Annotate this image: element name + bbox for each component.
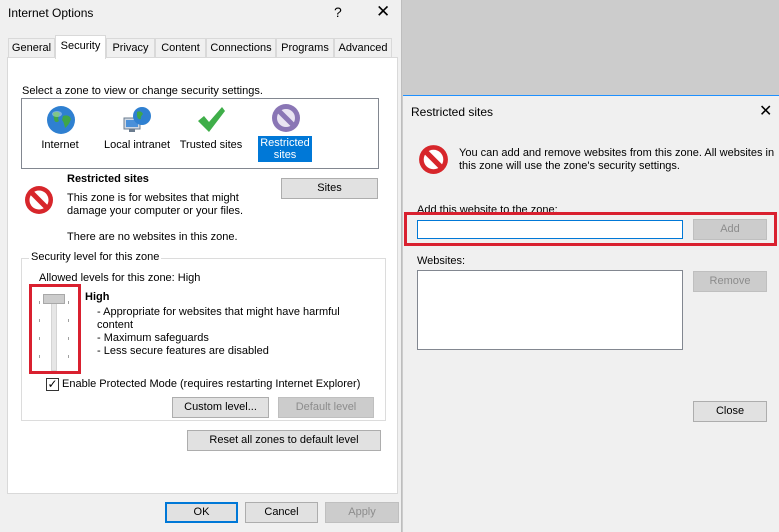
zone-trusted-sites-label: Trusted sites	[179, 139, 243, 151]
default-level-button: Default level	[278, 397, 374, 418]
tab-security[interactable]: Security	[55, 35, 106, 59]
security-level-slider-highlight	[29, 284, 81, 374]
dialog-title: Restricted sites	[411, 105, 494, 119]
ok-button[interactable]: OK	[165, 502, 238, 523]
security-level-group-title: Security level for this zone	[29, 251, 162, 263]
apply-button: Apply	[325, 502, 399, 523]
websites-list[interactable]	[417, 270, 683, 350]
cancel-button[interactable]: Cancel	[245, 502, 318, 523]
reset-all-zones-button[interactable]: Reset all zones to default level	[187, 430, 381, 451]
slider-tick	[68, 337, 69, 340]
close-button[interactable]: ✕	[376, 2, 390, 22]
zone-local-intranet[interactable]: Local intranet	[98, 99, 176, 159]
zone-trusted-sites[interactable]: Trusted sites	[178, 99, 244, 159]
dialog-info-line2: this zone will use the zone's security s…	[459, 160, 680, 172]
zone-local-intranet-label: Local intranet	[103, 139, 171, 151]
dialog-info-line1: You can add and remove websites from thi…	[459, 147, 775, 159]
protected-mode-label: Enable Protected Mode (requires restarti…	[62, 378, 361, 390]
close-dialog-button[interactable]: Close	[693, 401, 767, 422]
zone-description-line2: damage your computer or your files.	[67, 205, 244, 217]
security-level-slider-track[interactable]	[51, 295, 57, 371]
slider-tick	[68, 301, 69, 304]
add-website-input[interactable]	[417, 220, 683, 239]
restricted-stop-icon	[419, 145, 448, 174]
level-bullet-1-cont: content	[97, 319, 134, 331]
slider-tick	[68, 319, 69, 322]
zone-list: Internet Local intranet Trusted sites Re…	[21, 98, 379, 169]
security-level-name: High	[85, 291, 110, 303]
zone-internet-label: Internet	[41, 139, 79, 151]
window-title: Internet Options	[8, 6, 94, 20]
zone-prompt: Select a zone to view or change security…	[22, 85, 263, 97]
tab-privacy[interactable]: Privacy	[106, 38, 155, 58]
websites-label: Websites:	[417, 255, 466, 267]
slider-tick	[39, 319, 40, 322]
custom-level-button[interactable]: Custom level...	[172, 397, 269, 418]
slider-tick	[39, 355, 40, 358]
tab-general[interactable]: General	[8, 38, 55, 58]
globe-icon	[47, 106, 75, 134]
zone-restricted-label-line1: Restricted	[260, 137, 310, 149]
zone-internet[interactable]: Internet	[36, 99, 84, 159]
tab-programs[interactable]: Programs	[276, 38, 334, 58]
tab-advanced[interactable]: Advanced	[334, 38, 392, 58]
checkmark-icon	[198, 107, 225, 132]
level-bullet-2: - Maximum safeguards	[97, 332, 209, 344]
security-level-slider-thumb[interactable]	[43, 294, 65, 304]
zone-status: There are no websites in this zone.	[67, 231, 238, 243]
slider-tick	[39, 301, 40, 304]
network-globe-icon	[123, 107, 151, 132]
protected-mode-checkbox[interactable]: ✓	[46, 378, 59, 391]
zone-restricted-sites[interactable]: Restricted sites	[256, 99, 316, 167]
zone-heading: Restricted sites	[67, 173, 149, 185]
slider-tick	[39, 337, 40, 340]
allowed-levels-label: Allowed levels for this zone: High	[39, 272, 201, 284]
level-bullet-1: - Appropriate for websites that might ha…	[97, 306, 340, 318]
sites-button[interactable]: Sites	[281, 178, 378, 199]
restricted-stop-icon	[25, 186, 53, 214]
dialog-close-button[interactable]: ✕	[759, 101, 772, 121]
help-button[interactable]: ?	[334, 4, 342, 20]
slider-tick	[68, 355, 69, 358]
zone-description-line1: This zone is for websites that might	[67, 192, 239, 204]
level-bullet-3: - Less secure features are disabled	[97, 345, 269, 357]
tab-content[interactable]: Content	[155, 38, 206, 58]
zone-restricted-label-line2: sites	[273, 149, 297, 161]
zone-restricted-sites-label: Restricted sites	[258, 136, 312, 162]
add-button: Add	[693, 219, 767, 240]
remove-button: Remove	[693, 271, 767, 292]
restricted-icon	[272, 104, 300, 132]
tab-connections[interactable]: Connections	[206, 38, 276, 58]
